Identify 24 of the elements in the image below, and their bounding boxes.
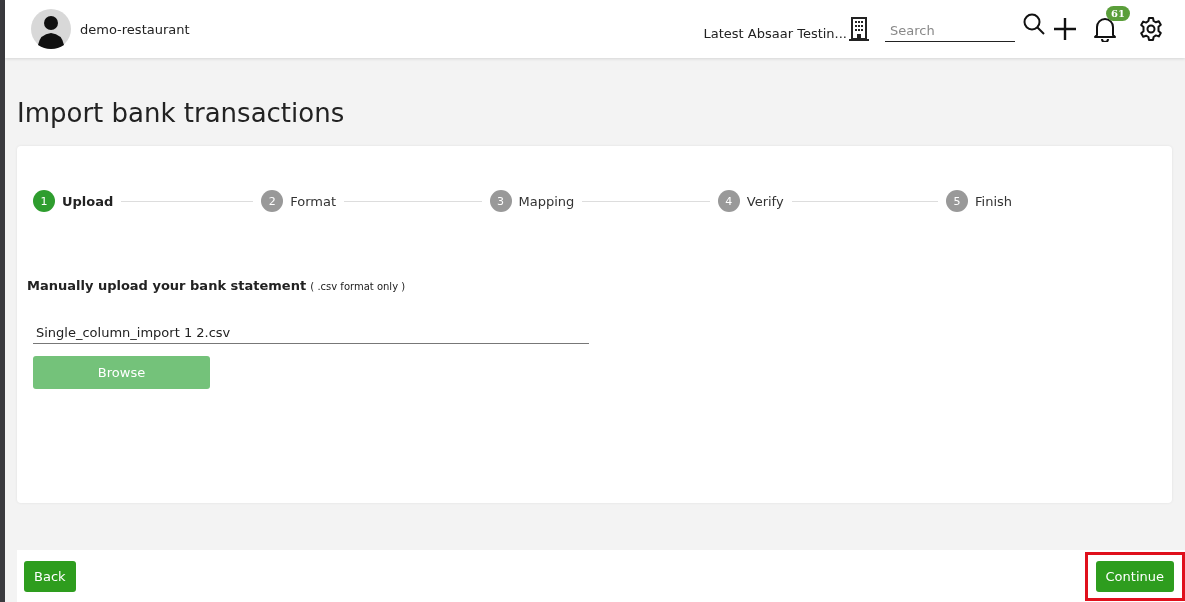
continue-button[interactable]: Continue — [1095, 560, 1174, 592]
upload-label: Manually upload your bank statement — [27, 278, 307, 293]
step-number: 5 — [946, 190, 968, 212]
step-label: Finish — [975, 193, 1012, 209]
avatar-icon — [31, 9, 71, 49]
notification-badge: 61 — [1106, 6, 1130, 21]
step-number: 1 — [33, 190, 55, 212]
step-number: 2 — [261, 190, 284, 212]
account-name: demo-restaurant — [80, 21, 190, 37]
back-button[interactable]: Back — [24, 560, 76, 592]
step-label: Mapping — [518, 193, 575, 209]
step-label: Upload — [62, 193, 114, 209]
step-number: 4 — [717, 190, 740, 212]
building-icon[interactable] — [849, 17, 869, 41]
search-icon[interactable] — [1023, 13, 1045, 35]
page-title: Import bank transactions — [17, 98, 346, 128]
step-label: Verify — [746, 193, 784, 209]
format-hint: ( .csv format only ) — [310, 281, 406, 292]
step-number: 3 — [489, 190, 512, 212]
settings-icon[interactable] — [1139, 17, 1163, 41]
bell-icon[interactable] — [1093, 16, 1117, 42]
step-label: Format — [290, 193, 337, 209]
company-name[interactable]: Latest Absaar Testin... — [703, 25, 847, 41]
plus-icon[interactable] — [1053, 17, 1077, 41]
